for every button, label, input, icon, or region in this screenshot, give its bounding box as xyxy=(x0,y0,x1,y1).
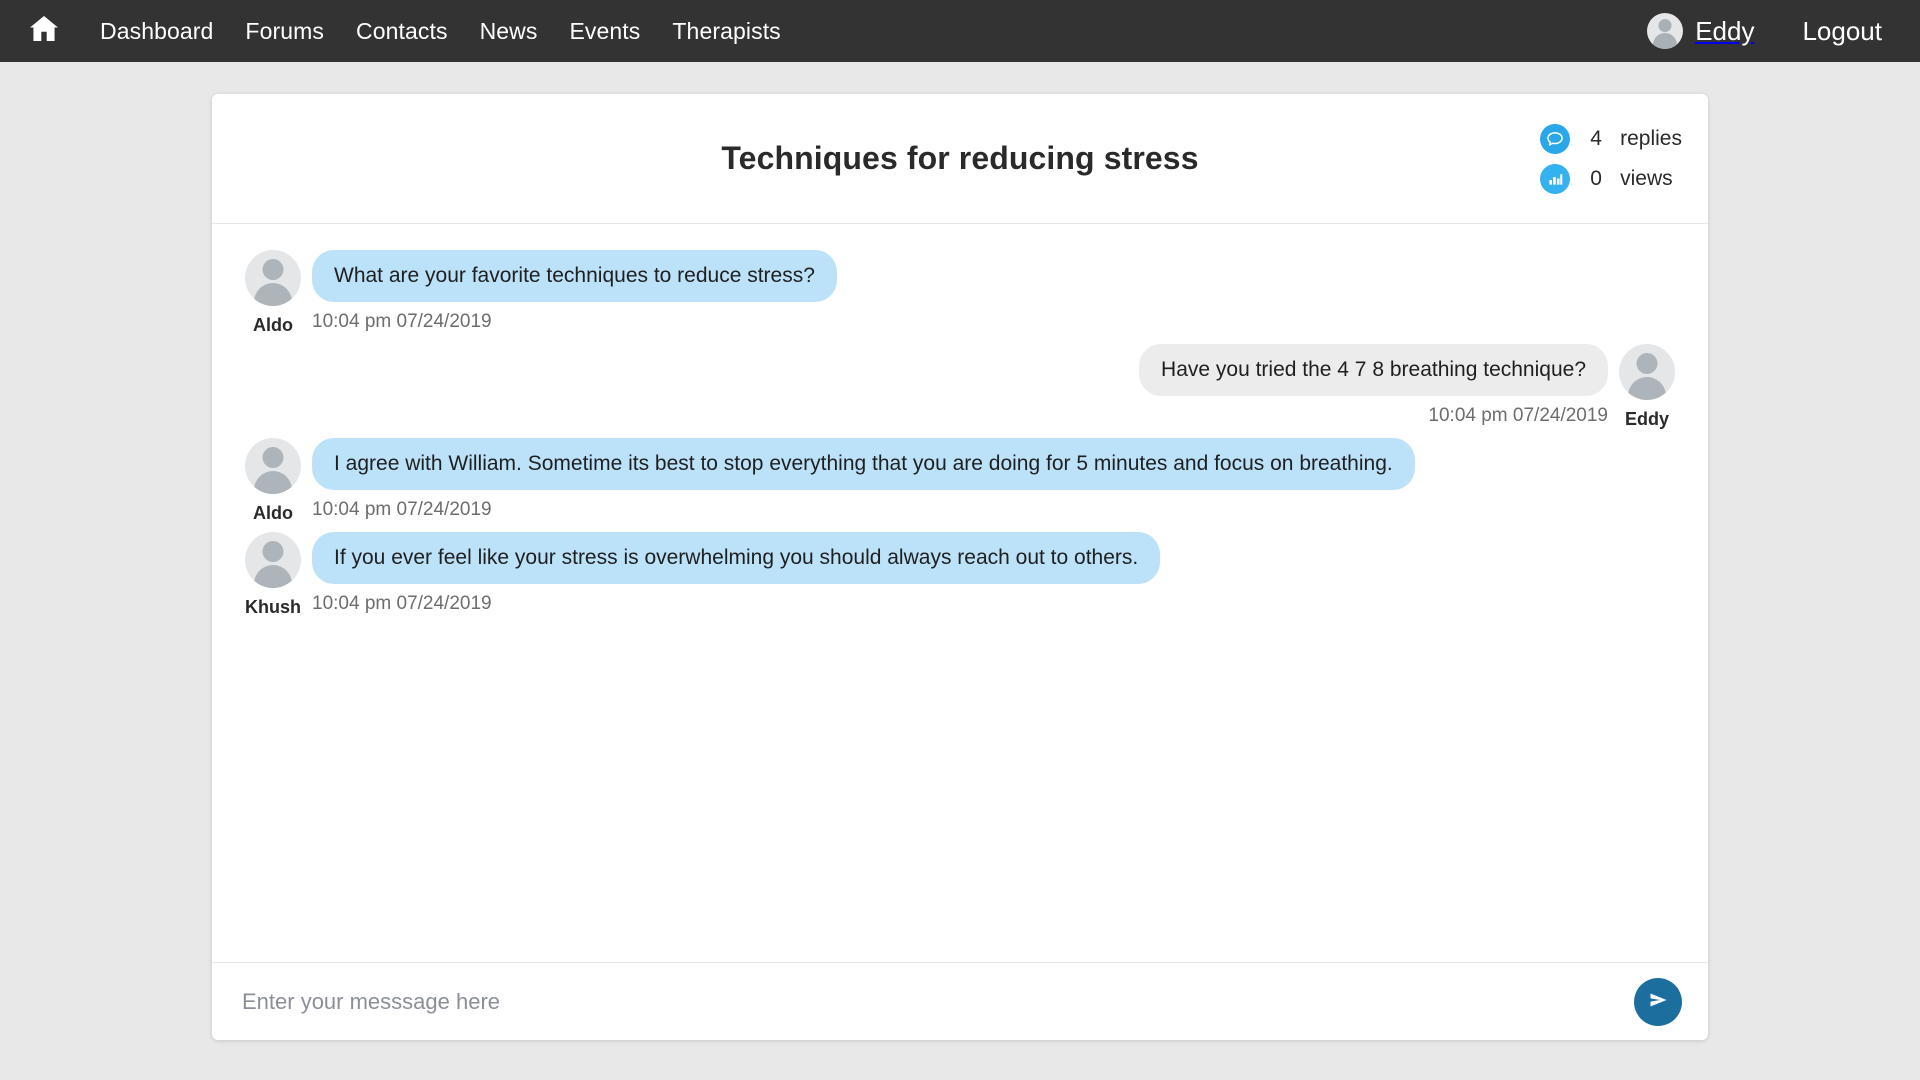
replies-label: replies xyxy=(1620,126,1682,150)
message-avatar-column: Aldo xyxy=(244,250,302,336)
thread-stats: 4 replies 0 views xyxy=(1540,123,1682,194)
stat-views: 0 views xyxy=(1540,163,1682,194)
message-author: Khush xyxy=(245,597,301,617)
message-avatar-column: Aldo xyxy=(244,438,302,524)
message-author: Eddy xyxy=(1624,409,1669,429)
home-icon xyxy=(29,15,59,47)
message-item: Aldo I agree with William. Sometime its … xyxy=(244,438,1676,524)
bar-chart-icon xyxy=(1540,163,1571,194)
navbar-right-group: Eddy Logout xyxy=(1629,13,1896,49)
message-author: Aldo xyxy=(253,315,293,335)
avatar-icon xyxy=(245,532,301,588)
message-item: Khush If you ever feel like your stress … xyxy=(244,532,1676,618)
message-content: Have you tried the 4 7 8 breathing techn… xyxy=(1139,344,1608,430)
nav-link-events[interactable]: Events xyxy=(553,0,656,62)
stat-replies: 4 replies xyxy=(1540,123,1682,154)
message-author: Aldo xyxy=(253,503,293,523)
message-timestamp: 10:04 pm 07/24/2019 xyxy=(1428,405,1608,427)
avatar-icon xyxy=(245,438,301,494)
message-item: Aldo What are your favorite techniques t… xyxy=(244,250,1676,336)
message-timestamp: 10:04 pm 07/24/2019 xyxy=(312,593,492,615)
send-button[interactable] xyxy=(1634,977,1682,1026)
message-list[interactable]: Aldo What are your favorite techniques t… xyxy=(212,224,1708,962)
message-content: If you ever feel like your stress is ove… xyxy=(312,532,1161,618)
message-bubble: What are your favorite techniques to red… xyxy=(312,250,837,303)
user-profile-link[interactable]: Eddy xyxy=(1629,13,1772,49)
message-avatar-column: Eddy xyxy=(1618,344,1676,430)
message-avatar-column: Khush xyxy=(244,532,302,618)
send-icon xyxy=(1646,988,1670,1015)
home-button[interactable] xyxy=(22,9,66,53)
avatar-icon xyxy=(245,250,301,306)
message-input[interactable] xyxy=(242,963,1618,1040)
message-timestamp: 10:04 pm 07/24/2019 xyxy=(312,311,492,333)
nav-link-news[interactable]: News xyxy=(464,0,554,62)
avatar-icon xyxy=(1619,344,1675,400)
user-name-label: Eddy xyxy=(1695,15,1755,46)
navbar-left-group: Dashboard Forums Contacts News Events Th… xyxy=(22,0,797,62)
views-label: views xyxy=(1620,166,1673,190)
message-timestamp: 10:04 pm 07/24/2019 xyxy=(312,499,492,521)
nav-link-contacts[interactable]: Contacts xyxy=(340,0,464,62)
page-container: Techniques for reducing stress 4 replies xyxy=(0,62,1920,1040)
message-content: I agree with William. Sometime its best … xyxy=(312,438,1415,524)
nav-link-dashboard[interactable]: Dashboard xyxy=(84,0,229,62)
message-bubble: If you ever feel like your stress is ove… xyxy=(312,532,1161,585)
top-navbar: Dashboard Forums Contacts News Events Th… xyxy=(0,0,1920,62)
avatar-icon xyxy=(1647,13,1684,49)
logout-button[interactable]: Logout xyxy=(1772,16,1896,47)
nav-link-forums[interactable]: Forums xyxy=(229,0,340,62)
thread-header: Techniques for reducing stress 4 replies xyxy=(212,94,1708,224)
message-composer xyxy=(212,962,1708,1040)
thread-card: Techniques for reducing stress 4 replies xyxy=(212,94,1708,1040)
message-item: Have you tried the 4 7 8 breathing techn… xyxy=(244,344,1676,430)
speech-bubble-icon xyxy=(1540,123,1571,154)
replies-count: 4 xyxy=(1590,126,1602,150)
views-count: 0 xyxy=(1590,166,1602,190)
message-content: What are your favorite techniques to red… xyxy=(312,250,837,336)
message-bubble: Have you tried the 4 7 8 breathing techn… xyxy=(1139,344,1608,397)
nav-link-therapists[interactable]: Therapists xyxy=(656,0,796,62)
message-bubble: I agree with William. Sometime its best … xyxy=(312,438,1415,491)
page-title: Techniques for reducing stress xyxy=(721,140,1199,176)
